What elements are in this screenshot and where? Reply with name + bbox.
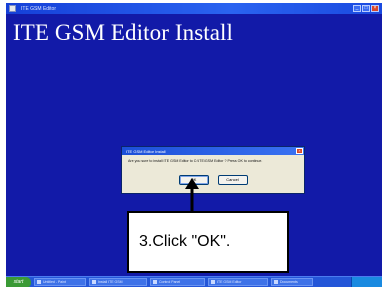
window-title: ITE GSM Editor xyxy=(21,5,57,12)
instruction-text: 3.Click "OK". xyxy=(139,233,231,250)
maximize-icon[interactable]: □ xyxy=(362,5,370,12)
dialog-title: ITE GSM Editor Install xyxy=(126,148,166,154)
dialog-message: Are you sure to install ITE GSM Editor t… xyxy=(128,159,263,163)
install-headline: ITE GSM Editor Install xyxy=(13,20,234,45)
taskbar-item[interactable]: Install ITE GSM xyxy=(89,278,147,286)
start-button[interactable]: start xyxy=(6,276,31,287)
confirm-dialog: ITE GSM Editor Install × Are you sure to… xyxy=(121,146,305,194)
taskbar-item[interactable]: ITE GSM Editor xyxy=(208,278,268,286)
minimize-icon[interactable]: _ xyxy=(353,5,361,12)
dialog-titlebar: ITE GSM Editor Install × xyxy=(122,147,304,155)
window-controls: _ □ × xyxy=(353,5,379,12)
taskbar-item[interactable]: Control Panel xyxy=(150,278,205,286)
dialog-close-icon[interactable]: × xyxy=(296,148,303,154)
system-tray xyxy=(351,276,382,287)
window-titlebar: ITE GSM Editor _ □ × xyxy=(6,3,382,14)
app-icon xyxy=(9,5,16,12)
ok-button[interactable]: OK xyxy=(178,175,209,185)
taskbar-item[interactable]: Documents xyxy=(271,278,313,286)
close-icon[interactable]: × xyxy=(371,5,379,12)
taskbar-item[interactable]: Untitled - Paint xyxy=(34,278,86,286)
instruction-callout: 3.Click "OK". xyxy=(127,211,289,273)
cancel-button[interactable]: Cancel xyxy=(217,175,248,185)
dialog-button-row: OK Cancel xyxy=(122,175,304,185)
taskbar: start Untitled - Paint Install ITE GSM C… xyxy=(6,276,382,287)
